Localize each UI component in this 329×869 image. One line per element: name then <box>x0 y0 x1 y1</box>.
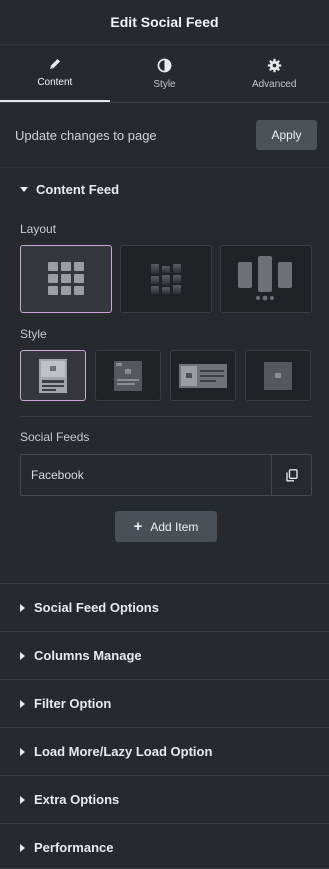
pencil-icon <box>49 59 60 69</box>
half-circle-icon <box>157 58 172 72</box>
plus-icon: + <box>133 518 143 535</box>
section-label: Social Feed Options <box>34 600 159 615</box>
caret-right-icon <box>20 795 25 804</box>
section-label: Extra Options <box>34 792 120 807</box>
section-load-more[interactable]: Load More/Lazy Load Option <box>0 727 329 775</box>
add-item-button[interactable]: + Add Item <box>115 511 217 542</box>
style-option-4[interactable] <box>245 350 311 401</box>
grid-layout-icon <box>48 262 84 295</box>
section-label: Performance <box>34 840 114 855</box>
tab-advanced[interactable]: Advanced <box>219 45 329 102</box>
copy-icon <box>285 468 298 481</box>
style-4-preview-icon <box>264 361 292 390</box>
tab-content[interactable]: Content <box>0 45 110 102</box>
update-row: Update changes to page Apply <box>0 103 329 168</box>
panel-header: Edit Social Feed <box>0 0 329 45</box>
add-item-label: Add Item <box>150 519 199 534</box>
carousel-layout-icon <box>238 256 292 301</box>
section-columns-manage[interactable]: Columns Manage <box>0 631 329 679</box>
section-content-feed-label: Content Feed <box>36 181 120 197</box>
gear-icon <box>267 58 281 72</box>
style-1-preview-icon <box>39 358 67 393</box>
section-social-feed-options[interactable]: Social Feed Options <box>0 583 329 631</box>
section-label: Filter Option <box>34 696 112 711</box>
caret-right-icon <box>20 843 25 852</box>
panel-title: Edit Social Feed <box>110 14 219 30</box>
layout-option-grid[interactable] <box>20 245 112 313</box>
caret-right-icon <box>20 747 25 756</box>
update-text: Update changes to page <box>15 127 157 143</box>
layout-option-masonry[interactable] <box>120 245 212 313</box>
section-content-feed[interactable]: Content Feed <box>0 178 329 200</box>
style-option-3[interactable] <box>170 350 236 401</box>
tab-style[interactable]: Style <box>110 45 220 102</box>
feed-item-name[interactable]: Facebook <box>21 468 271 482</box>
style-3-preview-icon <box>179 363 227 388</box>
feed-item-row: Facebook <box>20 454 312 496</box>
tab-style-label: Style <box>153 78 176 90</box>
tab-advanced-label: Advanced <box>251 78 297 90</box>
divider <box>20 416 312 417</box>
section-performance[interactable]: Performance <box>0 823 329 869</box>
masonry-layout-icon <box>151 264 181 294</box>
tab-content-label: Content <box>37 77 73 88</box>
duplicate-button[interactable] <box>271 455 311 495</box>
apply-button[interactable]: Apply <box>256 120 317 150</box>
caret-right-icon <box>20 699 25 708</box>
section-label: Columns Manage <box>34 648 142 663</box>
tab-bar: Content Style Advanced <box>0 45 329 103</box>
style-option-1[interactable] <box>20 350 86 401</box>
layout-option-carousel[interactable] <box>220 245 312 313</box>
social-feeds-label: Social Feeds <box>20 430 90 444</box>
caret-right-icon <box>20 603 25 612</box>
style-label: Style <box>20 327 47 341</box>
caret-right-icon <box>20 651 25 660</box>
style-2-preview-icon <box>114 360 142 391</box>
caret-down-icon <box>20 186 28 192</box>
layout-label: Layout <box>20 222 57 236</box>
section-filter-option[interactable]: Filter Option <box>0 679 329 727</box>
section-label: Load More/Lazy Load Option <box>34 744 213 759</box>
section-extra-options[interactable]: Extra Options <box>0 775 329 823</box>
style-option-2[interactable] <box>95 350 161 401</box>
